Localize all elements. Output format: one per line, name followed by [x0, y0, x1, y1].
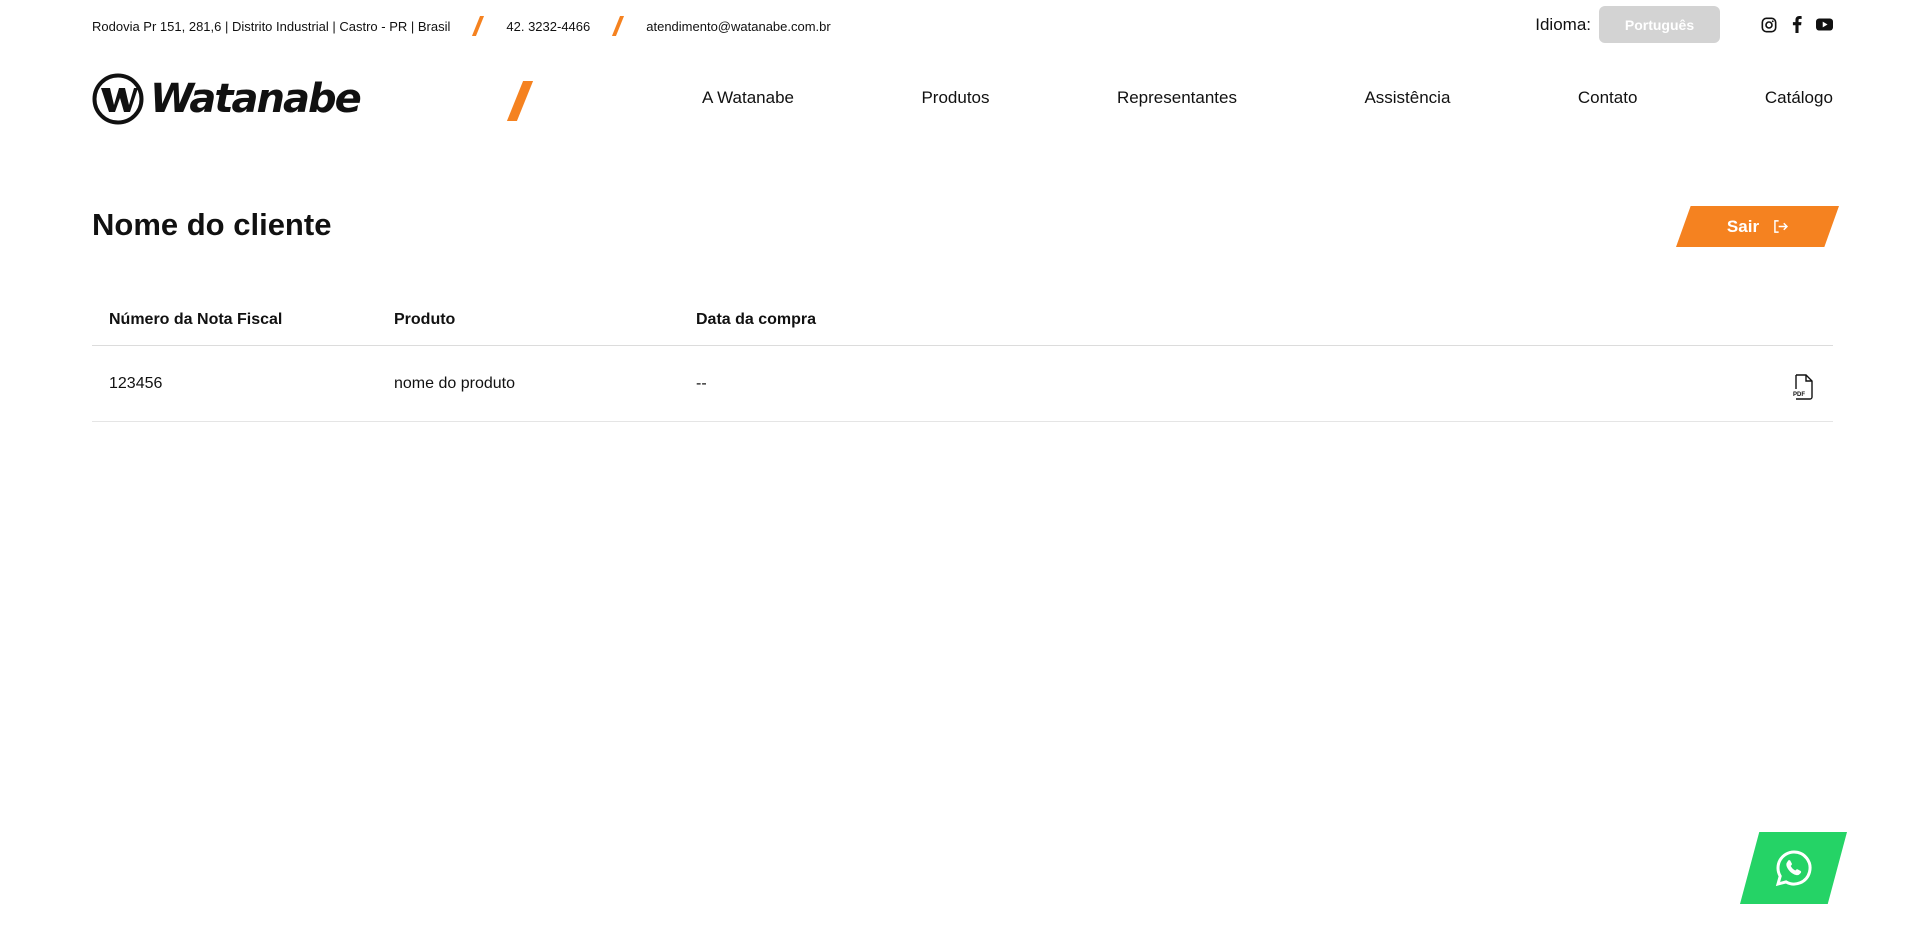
- top-bar: Rodovia Pr 151, 281,6 | Distrito Industr…: [0, 0, 1915, 48]
- svg-text:PDF: PDF: [1793, 392, 1805, 398]
- nav-item-representantes[interactable]: Representantes: [1117, 88, 1237, 108]
- whatsapp-icon: [1775, 850, 1811, 887]
- invoices-table: Número da Nota Fiscal Produto Data da co…: [92, 294, 1833, 422]
- table-header: Número da Nota Fiscal Produto Data da co…: [92, 294, 1833, 346]
- phone-text: 42. 3232-4466: [506, 18, 591, 34]
- whatsapp-button[interactable]: [1740, 832, 1847, 904]
- logo-mark-icon: [92, 73, 144, 125]
- nav-item-contato[interactable]: Contato: [1578, 88, 1638, 108]
- social-links: [1760, 16, 1833, 33]
- contact-info: Rodovia Pr 151, 281,6 | Distrito Industr…: [92, 16, 831, 36]
- cell-date: --: [696, 374, 707, 392]
- language-button[interactable]: Português: [1599, 6, 1720, 43]
- nav-item-catalogo[interactable]: Catálogo: [1765, 88, 1833, 108]
- table-row: 123456 nome do produto -- PDF: [92, 346, 1833, 422]
- column-header-date: Data da compra: [696, 310, 817, 328]
- logout-icon: [1773, 220, 1789, 233]
- instagram-icon[interactable]: [1760, 16, 1777, 33]
- nav-item-assistencia[interactable]: Assistência: [1364, 88, 1450, 108]
- email-link[interactable]: atendimento@watanabe.com.br: [646, 19, 830, 34]
- facebook-icon[interactable]: [1788, 16, 1805, 33]
- main-nav: A Watanabe Produtos Representantes Assis…: [702, 88, 1833, 108]
- cell-invoice: 123456: [109, 374, 163, 392]
- exit-button[interactable]: Sair: [1676, 206, 1839, 247]
- address-text: Rodovia Pr 151, 281,6 | Distrito Industr…: [92, 18, 451, 34]
- header-accent-slash: [506, 81, 534, 121]
- language-label: Idioma:: [1535, 14, 1591, 34]
- cell-product: nome do produto: [394, 374, 515, 392]
- divider-slash: [472, 16, 485, 36]
- brand-name: Watanabe: [150, 76, 362, 122]
- divider-slash: [612, 16, 625, 36]
- pdf-file-icon[interactable]: PDF: [1792, 374, 1816, 405]
- page-title: Nome do cliente: [92, 207, 332, 242]
- exit-button-label: Sair: [1726, 216, 1760, 236]
- nav-item-produtos[interactable]: Produtos: [921, 88, 989, 108]
- column-header-product: Produto: [394, 310, 456, 328]
- youtube-icon[interactable]: [1816, 16, 1833, 33]
- brand-logo[interactable]: Watanabe: [92, 73, 362, 125]
- column-header-invoice: Número da Nota Fiscal: [109, 310, 283, 328]
- site-header: Watanabe A Watanabe Produtos Representan…: [92, 70, 1833, 130]
- top-bar-right: Idioma: Português: [1535, 6, 1833, 43]
- nav-item-a-watanabe[interactable]: A Watanabe: [702, 88, 794, 108]
